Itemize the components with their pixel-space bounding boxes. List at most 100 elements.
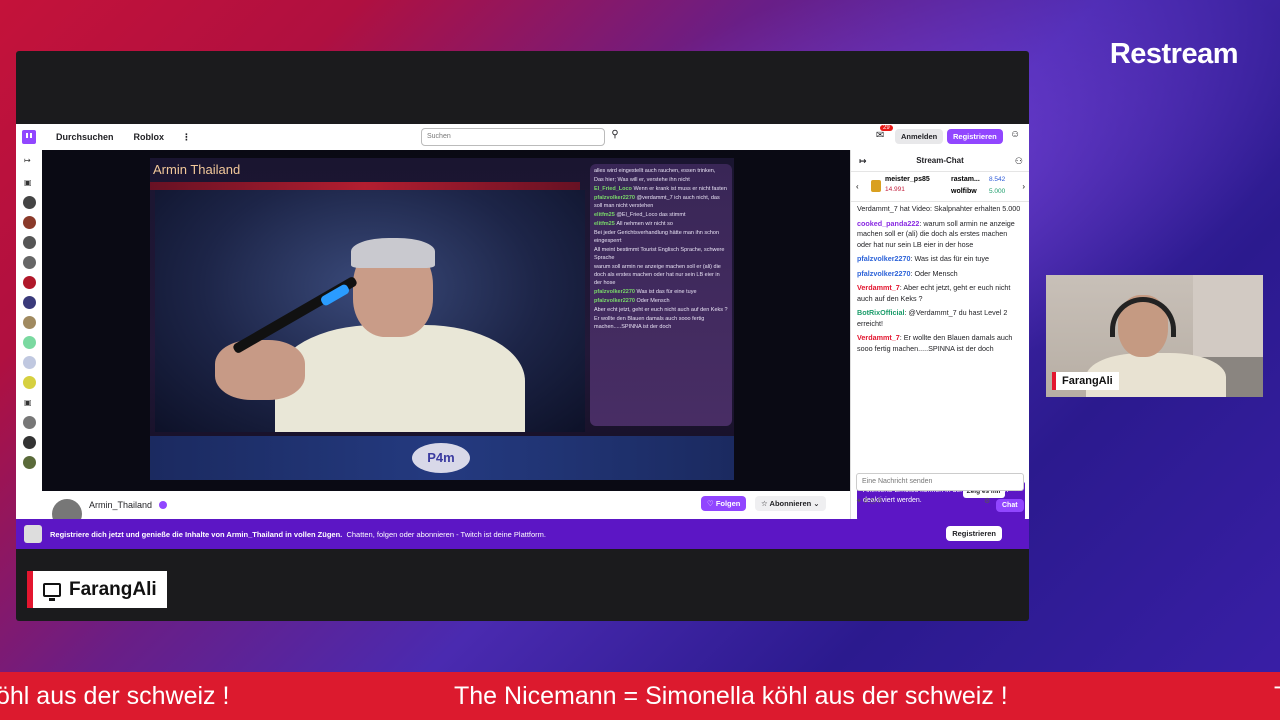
chat-username[interactable]: BotRixOfficial xyxy=(857,308,905,317)
overlay-chat-line: Er wollte den Blauen damals auch sooo fe… xyxy=(594,315,728,331)
overlay-chat-line: elitfm25 @El_Fried_Loco das stimmt xyxy=(594,211,728,219)
sidebar-channel-avatar[interactable] xyxy=(23,296,36,309)
overlay-chat-user: elitfm25 xyxy=(594,221,617,227)
collapse-chat-icon[interactable]: ↦ xyxy=(859,150,867,172)
sidebar-channel-avatar[interactable] xyxy=(23,276,36,289)
sidebar-channel-avatar[interactable] xyxy=(23,256,36,269)
chat-messages: Verdammt_7 hat Video: Skalpnahter erhalt… xyxy=(851,202,1029,422)
ticker-text-left: öhl aus der schweiz ! xyxy=(0,682,230,710)
sidebar-channel-avatar[interactable] xyxy=(23,376,36,389)
chat-username[interactable]: pfalzvolker2270 xyxy=(857,254,911,263)
channel-info-row: Armin_Thailand ♡ Folgen ☆ Abonnieren ⌄ xyxy=(42,491,850,529)
sidebar-channel-avatar[interactable] xyxy=(23,456,36,469)
nav-browse[interactable]: Durchsuchen xyxy=(56,132,114,142)
banner-logo-icon xyxy=(24,525,42,543)
banner-text: Registriere dich jetzt und genieße die I… xyxy=(50,530,546,539)
user-icon[interactable]: ☺ xyxy=(1010,129,1020,140)
overlay-chat-line: elitfm25 All nehmen wir nicht so xyxy=(594,220,728,228)
chat-message: cooked_panda222: warum soll armin ne anz… xyxy=(857,219,1023,251)
overlay-chat-text: All nehmen wir nicht so xyxy=(616,221,673,227)
sidebar-channel-avatar[interactable] xyxy=(23,436,36,449)
subscribe-button[interactable]: ☆ Abonnieren ⌄ xyxy=(755,496,826,511)
sidebar-channel-avatar[interactable] xyxy=(23,356,36,369)
sidebar-channel-avatar[interactable] xyxy=(23,316,36,329)
settings-gear-icon[interactable]: ⚙ xyxy=(984,497,990,505)
banner-suffix: Chatten, folgen oder abonnieren - Twitch… xyxy=(346,529,546,539)
twitch-logo-icon[interactable] xyxy=(22,130,36,144)
overlay-chat-user: elitfm25 xyxy=(594,212,617,218)
users-icon[interactable]: ⚇ xyxy=(1015,150,1023,172)
inbox-icon[interactable]: ✉ xyxy=(876,130,888,142)
overlay-chat-line: pfalzvolker2270 Was ist das für eine tuy… xyxy=(594,288,728,296)
chat-message: Verdammt_7 hat Video: Skalpnahter erhalt… xyxy=(857,204,1023,215)
follow-button[interactable]: ♡ Folgen xyxy=(701,496,747,511)
leaderboard-prev-icon[interactable]: ‹ xyxy=(856,182,859,191)
overlay-chat-text: Oder Mensch xyxy=(636,298,670,304)
stream-frame: Armin Thailand alles wird eingestellt au… xyxy=(150,158,734,480)
chat-input[interactable]: Eine Nachricht senden xyxy=(856,473,1024,491)
chat-message: Verdammt_7: Aber echt jetzt, geht er euc… xyxy=(857,283,1023,304)
overlay-chat-line: alles wird eingestellt auch rauchen, ess… xyxy=(594,167,728,175)
sidebar-channel-avatar[interactable] xyxy=(23,236,36,249)
restream-logo: Restream xyxy=(1109,38,1239,70)
search-icon[interactable]: ⚲ xyxy=(608,129,622,143)
chat-username[interactable]: Verdammt_7 xyxy=(857,283,900,292)
monitor-icon xyxy=(43,582,61,601)
leader-value-2: 8.542 xyxy=(989,176,1006,183)
overlay-chat-text: Aber echt jetzt, geht er euch nicht auch… xyxy=(594,307,728,313)
screen-share: Durchsuchen Roblox ⋮ Suchen ⚲ ✉ 29 Anmel… xyxy=(16,51,1029,621)
search-input[interactable]: Suchen xyxy=(421,128,605,146)
chat-text: : Oder Mensch xyxy=(910,268,958,278)
video-player[interactable]: Armin Thailand alles wird eingestellt au… xyxy=(42,150,850,491)
overlay-chat-text: warum soll armin ne anzeige machen soll … xyxy=(594,264,721,286)
login-button[interactable]: Anmelden xyxy=(895,129,944,144)
points-b: 0 xyxy=(877,498,882,505)
twitch-nav: Durchsuchen Roblox ⋮ Suchen ⚲ ✉ 29 Anmel… xyxy=(16,124,1029,150)
gift-leaderboard: ‹ meister_ps85 14.991 rastam... 8.542 wo… xyxy=(851,172,1029,202)
p4m-logo: P4m xyxy=(412,443,470,473)
screen-share-tag: FarangAli xyxy=(27,571,167,608)
chat-send-button[interactable]: Chat xyxy=(996,499,1024,512)
chat-header: ↦ Stream-Chat ⚇ xyxy=(851,150,1029,172)
crown-icon xyxy=(871,180,881,192)
streamer-hair xyxy=(351,238,435,268)
streamer-body xyxy=(275,325,525,432)
leader-user-1[interactable]: meister_ps85 xyxy=(885,176,930,183)
sidebar-channel-avatar[interactable] xyxy=(23,336,36,349)
camera-icon: ▣ xyxy=(24,398,32,407)
register-button[interactable]: Registrieren xyxy=(947,129,1003,144)
points-icon[interactable]: ✦ xyxy=(856,498,862,505)
sidebar-channel-avatar[interactable] xyxy=(23,196,36,209)
overlay-chat-text: Was ist das für eine tuye xyxy=(636,289,697,295)
chat-text: Verdammt_7 hat Video: Skalpnahter erhalt… xyxy=(857,204,1021,213)
leader-user-2[interactable]: rastam... xyxy=(951,176,980,183)
leader-user-3[interactable]: wolfibw xyxy=(951,188,977,195)
leaderboard-next-icon[interactable]: › xyxy=(1022,182,1025,191)
chat-username[interactable]: Verdammt_7 xyxy=(857,333,900,342)
sidebar-channel-avatar[interactable] xyxy=(23,416,36,429)
ticker-text-right: T xyxy=(1274,682,1280,711)
more-menu-icon[interactable]: ⋮ xyxy=(182,132,191,143)
sidebar-channel-avatar[interactable] xyxy=(23,216,36,229)
overlay-chat-line: Aber echt jetzt, geht er euch nicht auch… xyxy=(594,306,728,314)
chat-username[interactable]: pfalzvolker2270 xyxy=(857,269,911,278)
overlay-chat-line: pfalzvolker2270 Oder Mensch xyxy=(594,297,728,305)
banner-register-button[interactable]: Registrieren xyxy=(946,526,1002,541)
overlay-chat-text: @El_Fried_Loco das stimmt xyxy=(616,212,686,218)
chat-text: : Was ist das für ein tuye xyxy=(910,254,989,263)
chat-message: pfalzvolker2270: Was ist das für ein tuy… xyxy=(857,254,1023,265)
overlay-chat-text: alles wird eingestellt auch rauchen, ess… xyxy=(594,168,716,174)
overlay-red-bar xyxy=(150,182,580,190)
overlay-chat-user: pfalzvolker2270 xyxy=(594,195,637,201)
overlay-chat-text: Bei jeder Gerichtsverhandlung hätte man … xyxy=(594,230,720,244)
overlay-chat-line: pfalzvolker2270 @verdammt_7 ich auch nic… xyxy=(594,194,728,210)
nav-roblox[interactable]: Roblox xyxy=(134,132,165,142)
register-banner: Registriere dich jetzt und genieße die I… xyxy=(16,519,1029,549)
chat-username[interactable]: cooked_panda222 xyxy=(857,219,919,228)
chat-message: BotRixOfficial: @Verdammt_7 du hast Leve… xyxy=(857,308,1023,329)
banner-prefix: Registriere dich jetzt und genieße die I… xyxy=(50,529,343,539)
overlay-chat-text: Er wollte den Blauen damals auch sooo fe… xyxy=(594,316,705,330)
streamer-camera xyxy=(155,190,585,432)
expand-sidebar-icon[interactable]: ↦ xyxy=(24,156,31,165)
channel-name[interactable]: Armin_Thailand xyxy=(89,500,152,510)
